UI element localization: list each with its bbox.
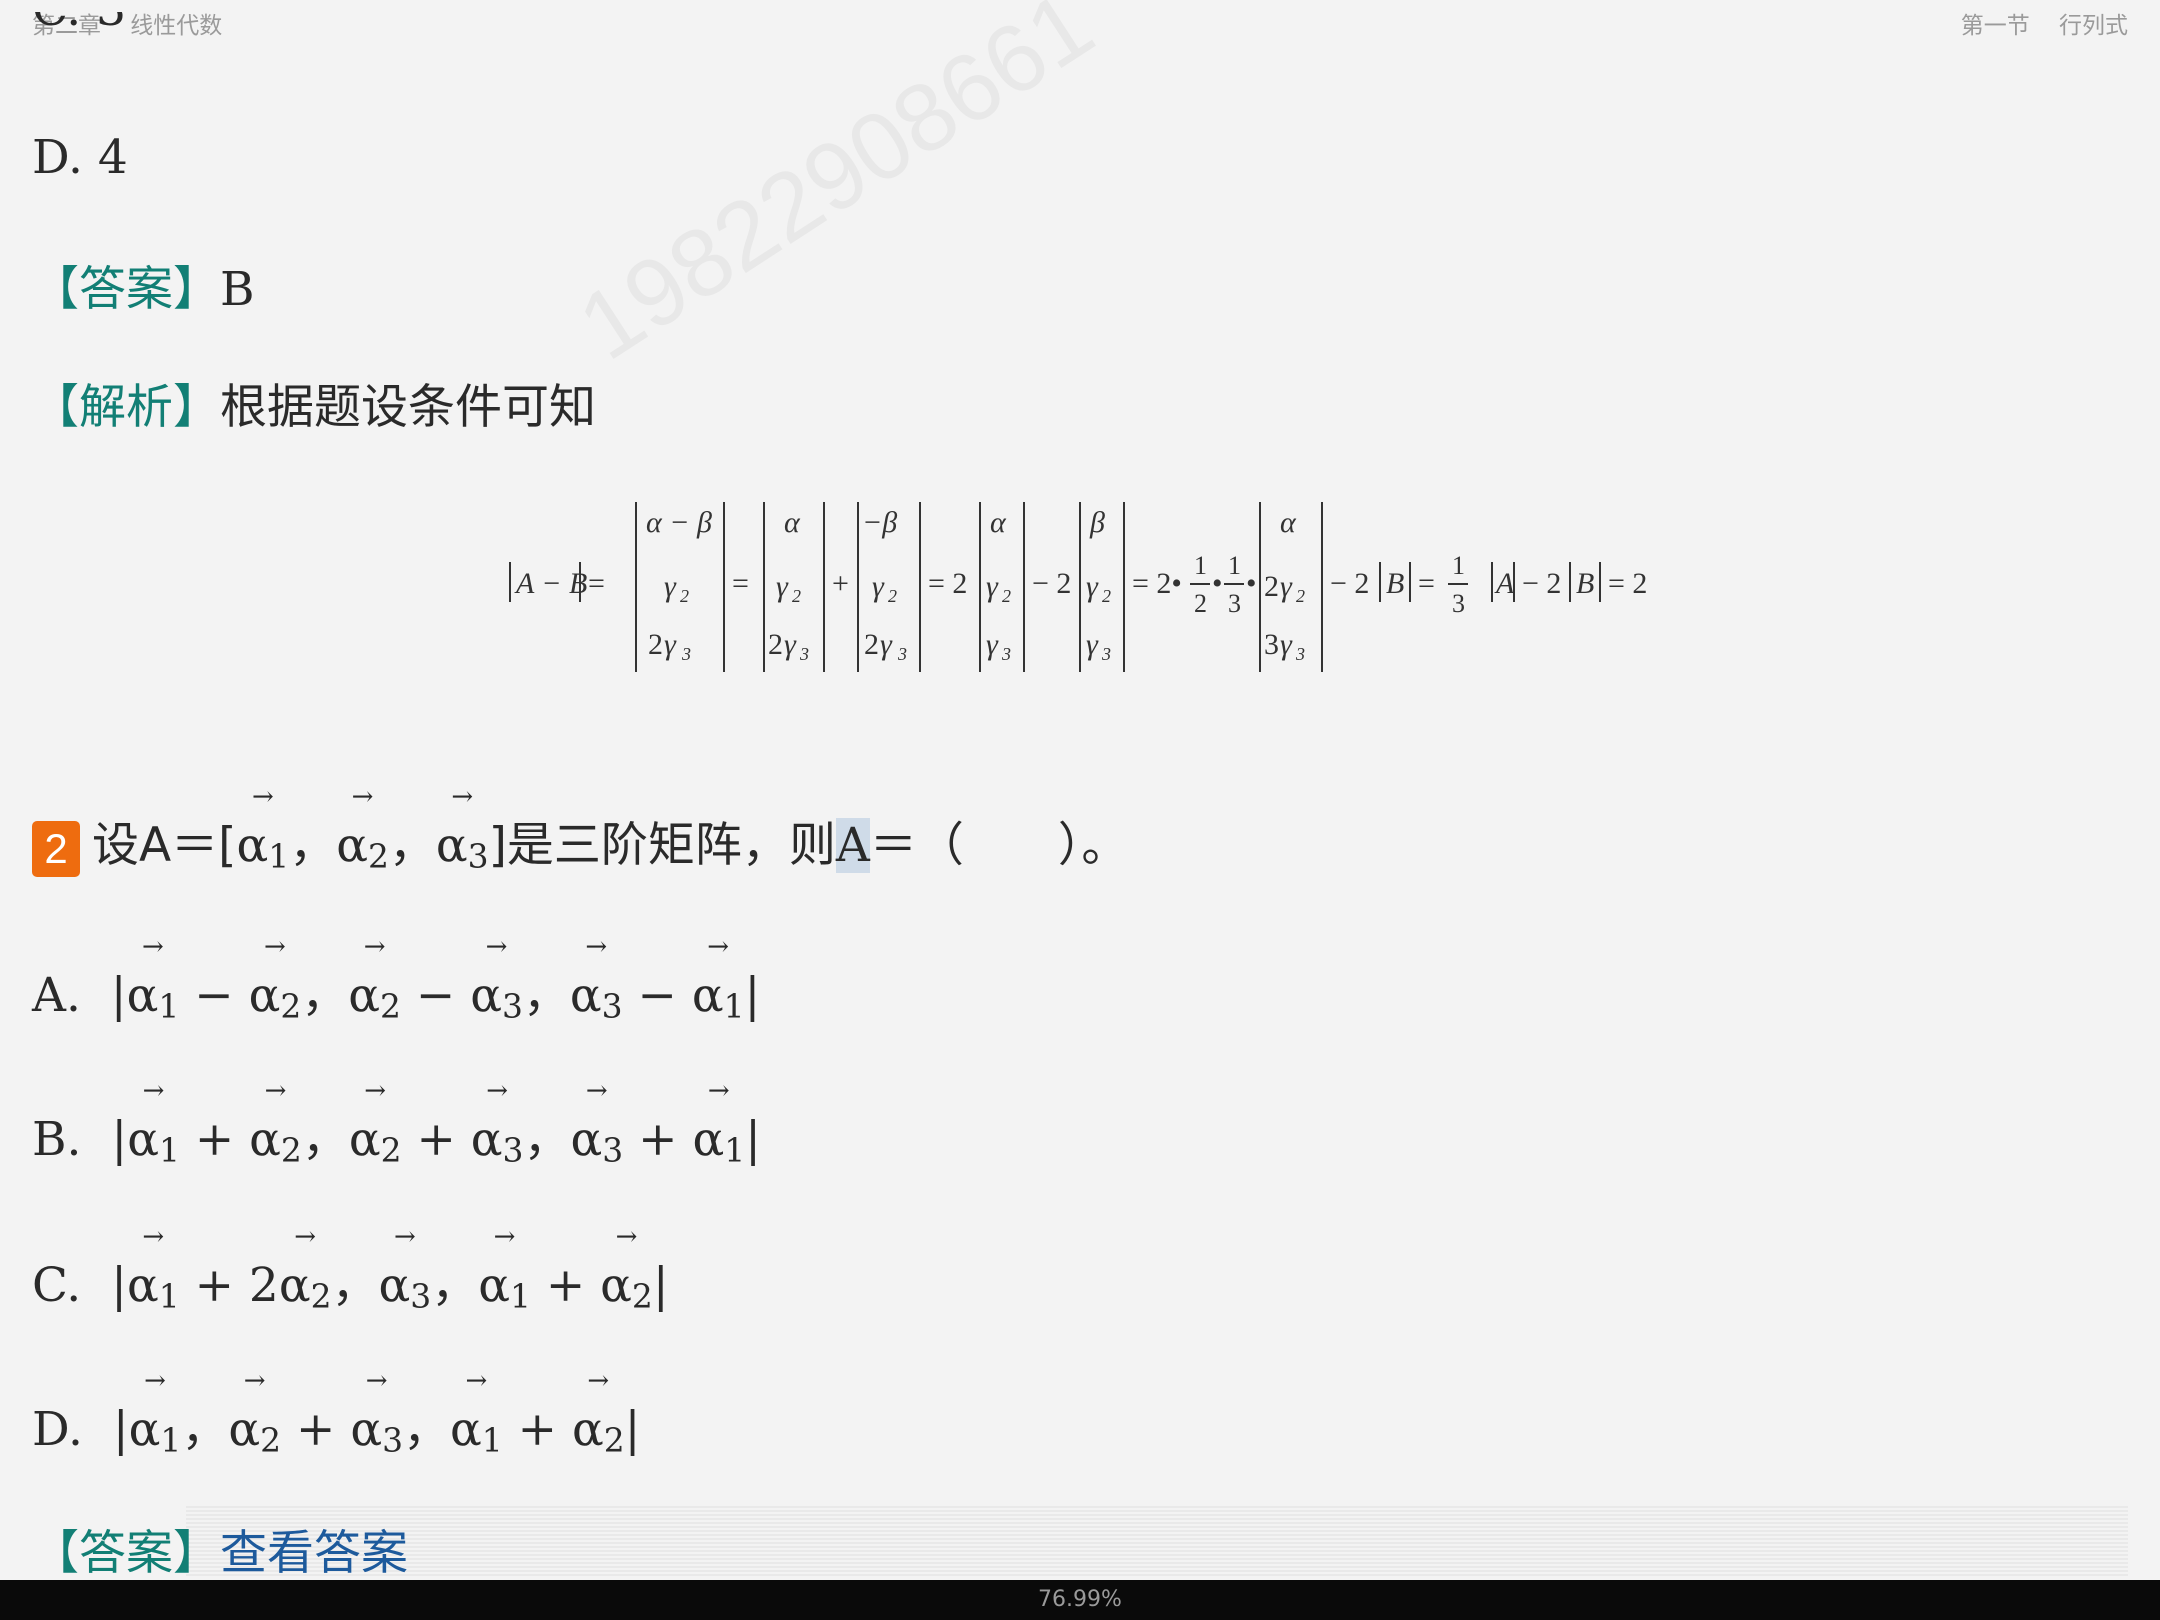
option-d-q2[interactable]: D. |α1，α2 + α3，α1 + α2|	[32, 1390, 640, 1460]
svg-text:3: 3	[1295, 644, 1305, 664]
question-number-badge: 2	[32, 821, 80, 877]
svg-text:2: 2	[1194, 589, 1207, 618]
analysis-text: 根据题设条件可知	[220, 380, 596, 435]
option-c[interactable]: C. |α1 + 2α2，α3，α1 + α2|	[32, 1246, 669, 1316]
svg-text:α − β: α − β	[646, 506, 712, 539]
svg-text:2: 2	[864, 628, 879, 661]
svg-text:γ: γ	[776, 570, 789, 603]
svg-text:3: 3	[897, 644, 907, 664]
svg-text:γ: γ	[986, 570, 999, 603]
svg-text:3: 3	[1228, 589, 1241, 618]
svg-text:B: B	[1576, 567, 1594, 600]
svg-text:B: B	[1386, 567, 1404, 600]
svg-text:1: 1	[1452, 551, 1465, 580]
svg-text:=: =	[1418, 567, 1435, 600]
svg-text:3: 3	[1001, 644, 1011, 664]
answer-label: 【答案】	[32, 262, 220, 317]
svg-text:γ: γ	[664, 570, 677, 603]
svg-text:3: 3	[1101, 644, 1111, 664]
svg-text:=: =	[732, 567, 749, 600]
svg-text:− 2: − 2	[1032, 567, 1071, 600]
svg-text:•: •	[1212, 567, 1223, 600]
svg-text:α: α	[784, 506, 801, 539]
svg-text:1: 1	[1194, 551, 1207, 580]
svg-text:γ: γ	[1280, 628, 1293, 661]
answer-row: 【答案】B	[32, 250, 255, 319]
svg-text:− 2: − 2	[1522, 567, 1561, 600]
svg-text:3: 3	[1264, 628, 1279, 661]
svg-text:γ: γ	[880, 628, 893, 661]
svg-text:α: α	[990, 506, 1007, 539]
svg-text:3: 3	[1452, 589, 1465, 618]
svg-text:γ: γ	[664, 628, 677, 661]
svg-text:γ: γ	[1086, 628, 1099, 661]
answer-reveal-area[interactable]	[186, 1506, 2128, 1576]
svg-text:2: 2	[1264, 570, 1279, 603]
svg-text:= 2•: = 2•	[1132, 567, 1182, 600]
svg-text:2: 2	[1002, 586, 1011, 606]
analysis-label: 【解析】	[32, 380, 220, 435]
svg-text:2: 2	[1296, 586, 1305, 606]
selected-text-highlight: A	[835, 818, 870, 873]
svg-text:A: A	[1494, 567, 1515, 600]
svg-text:β: β	[1089, 506, 1105, 539]
svg-text:α: α	[1280, 506, 1297, 539]
svg-text:=: =	[588, 567, 605, 600]
answer-row-q2: 【答案】查看答案	[32, 1514, 408, 1583]
view-answer-button[interactable]: 查看答案	[220, 1526, 408, 1581]
svg-text:2: 2	[792, 586, 801, 606]
svg-text:γ: γ	[1280, 570, 1293, 603]
analysis-row: 【解析】根据题设条件可知	[32, 368, 596, 437]
section-title: 第一节 行列式	[1960, 13, 2128, 39]
svg-text:γ: γ	[784, 628, 797, 661]
svg-text:2: 2	[1102, 586, 1111, 606]
svg-text:A − B: A − B	[514, 567, 587, 600]
watermark: 19822908661	[560, 0, 1112, 382]
zoom-status-bar: 76.99%	[0, 1580, 2160, 1620]
svg-text:3: 3	[799, 644, 809, 664]
svg-text:2: 2	[888, 586, 897, 606]
svg-text:2: 2	[680, 586, 689, 606]
option-a[interactable]: A. |α1 − α2，α2 − α3，α3 − α1|	[32, 956, 760, 1026]
svg-text:+: +	[832, 567, 849, 600]
svg-text:2: 2	[648, 628, 663, 661]
svg-text:1: 1	[1228, 551, 1241, 580]
svg-text:γ: γ	[872, 570, 885, 603]
svg-text:•: •	[1246, 567, 1257, 600]
question-stem: 2设A＝[α1，α2，α3]是三阶矩阵，则A＝（ ）。	[32, 806, 1128, 877]
svg-text:3: 3	[681, 644, 691, 664]
svg-text:= 2: = 2	[1608, 567, 1647, 600]
svg-text:−β: −β	[862, 506, 897, 539]
option-d: D. 4	[32, 130, 128, 185]
zoom-level: 76.99%	[1038, 1587, 1122, 1612]
svg-text:= 2: = 2	[928, 567, 967, 600]
answer-value: B	[220, 262, 255, 317]
option-b[interactable]: B. |α1 + α2，α2 + α3，α3 + α1|	[32, 1100, 761, 1170]
svg-text:γ: γ	[986, 628, 999, 661]
determinant-formula: A − B = α − βγ2 2γ3 = αγ2 2γ3 + −β γ 2 2γ3 …	[500, 492, 1660, 682]
answer-label-q2: 【答案】	[32, 1526, 220, 1581]
svg-text:2: 2	[768, 628, 783, 661]
option-c-partial: C. 3	[32, 12, 126, 64]
svg-text:γ: γ	[1086, 570, 1099, 603]
svg-text:− 2: − 2	[1330, 567, 1369, 600]
